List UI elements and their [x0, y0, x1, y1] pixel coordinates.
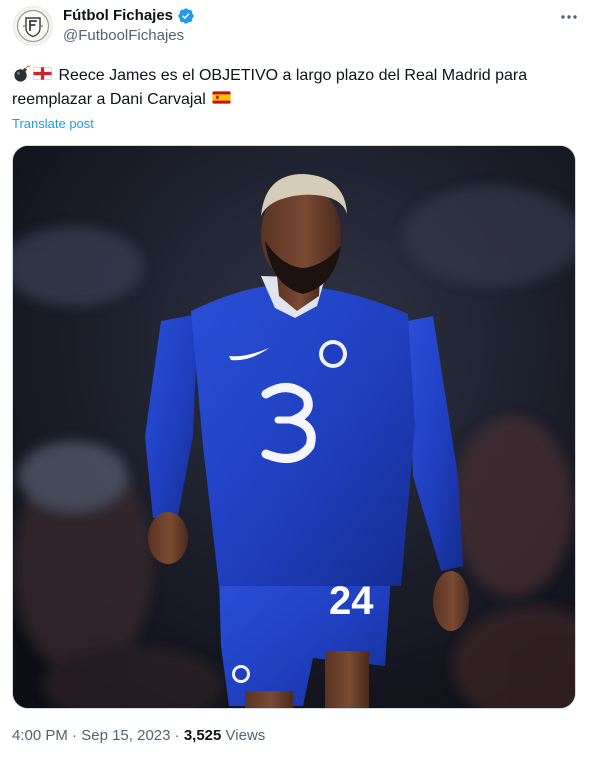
- spain-flag-emoji-icon: [212, 91, 231, 104]
- views-count: 3,525: [183, 727, 222, 744]
- avatar[interactable]: [13, 6, 53, 46]
- more-options-button[interactable]: [557, 5, 581, 29]
- account-handle[interactable]: @FutboolFichajes: [63, 27, 184, 45]
- bomb-emoji-icon: [14, 65, 31, 82]
- post-time[interactable]: 4:00 PM: [12, 727, 68, 744]
- england-flag-emoji-icon: [33, 66, 52, 81]
- display-name[interactable]: Fútbol Fichajes: [63, 6, 173, 26]
- post-text-line-1: Reece James es el OBJETIVO a largo plazo…: [58, 67, 528, 84]
- post-meta: 4:00 PM · Sep 15, 2023 · 3,525 Views: [12, 726, 265, 746]
- post-media-photo[interactable]: 24: [12, 145, 576, 709]
- post-date[interactable]: Sep 15, 2023: [81, 727, 170, 744]
- shield-crest-icon: [16, 9, 50, 43]
- views-label: Views: [225, 727, 266, 744]
- meta-separator: ·: [72, 727, 78, 744]
- translate-post-link[interactable]: Translate post: [12, 116, 94, 132]
- verified-badge-icon: [178, 8, 194, 24]
- player-photo: 24: [13, 146, 575, 708]
- account-name-row[interactable]: Fútbol Fichajes: [63, 6, 195, 26]
- post-text: Reece James es el OBJETIVO a largo plazo…: [12, 64, 572, 112]
- meta-separator-2: ·: [174, 727, 180, 744]
- post-text-line-2: reemplazar a Dani Carvajal: [12, 91, 206, 108]
- shorts-number: 24: [329, 579, 374, 623]
- tweet: Fútbol Fichajes @FutboolFichajes Reece J…: [0, 0, 600, 758]
- more-horizontal-icon: [561, 15, 577, 19]
